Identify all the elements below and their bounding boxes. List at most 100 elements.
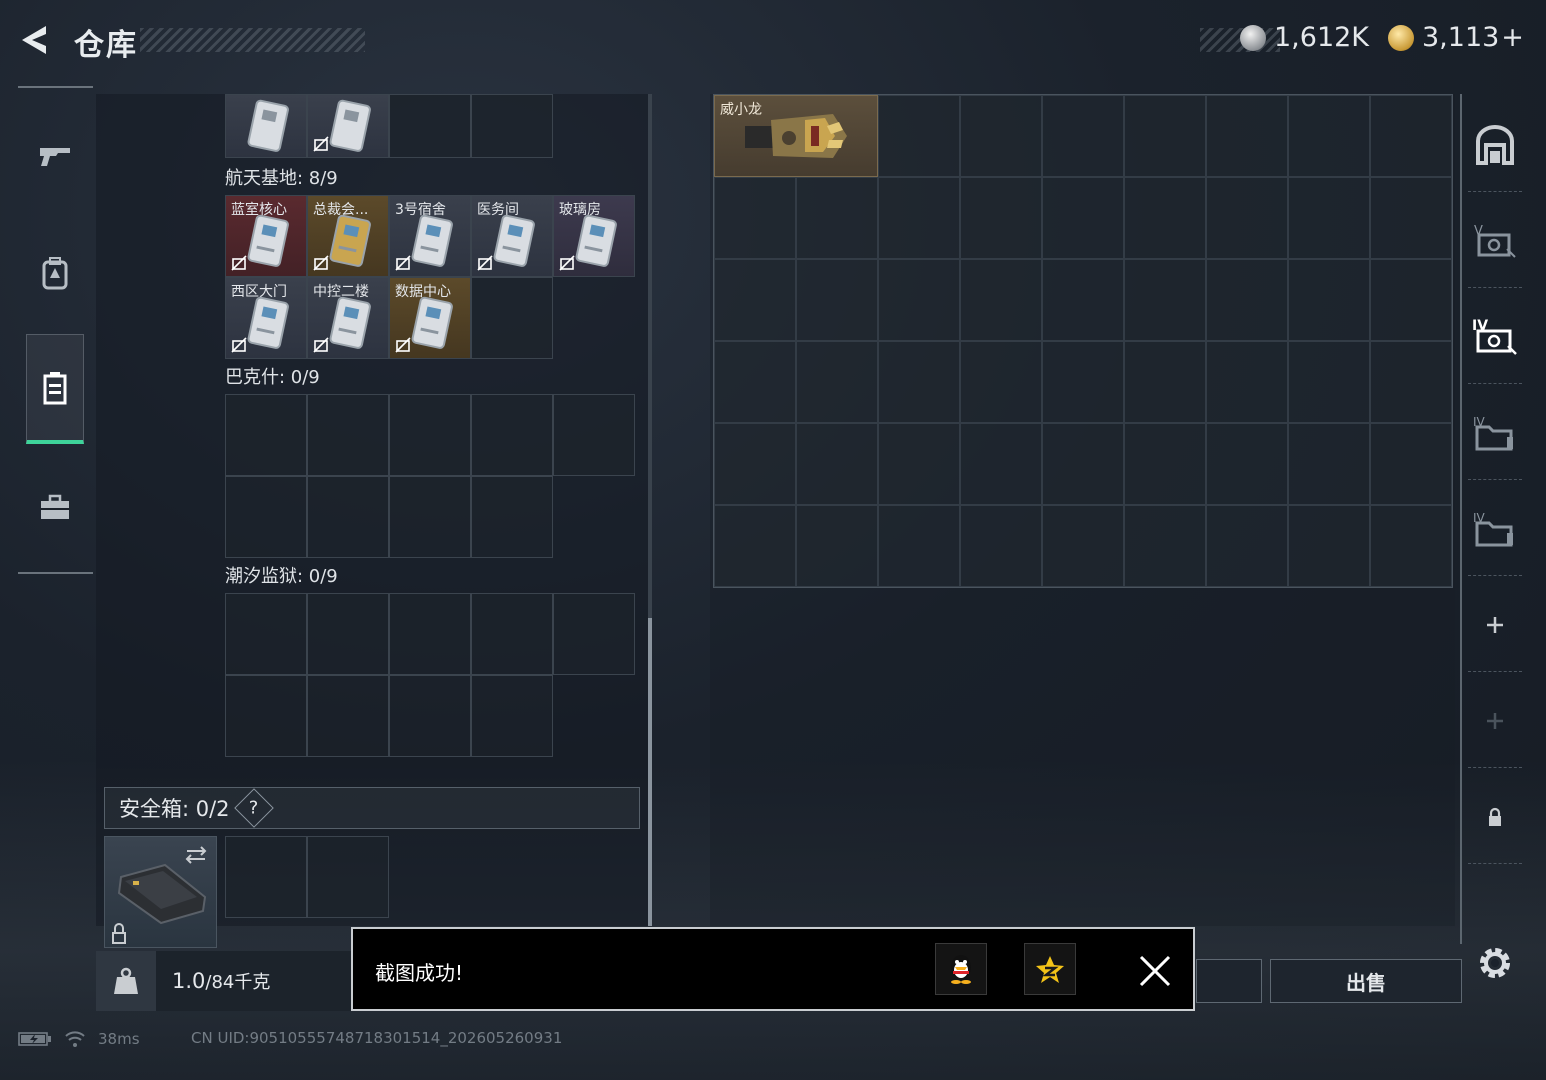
nav-armor[interactable] [26, 218, 84, 328]
backpack-slot[interactable] [1370, 341, 1452, 423]
keycard-slot[interactable] [225, 94, 307, 158]
keycard-slot[interactable]: 蓝室核心 [225, 195, 307, 277]
backpack-slot[interactable] [1288, 259, 1370, 341]
backpack-slot[interactable] [714, 505, 796, 587]
backpack-slot[interactable] [1042, 95, 1124, 177]
empty-slot[interactable] [471, 277, 553, 359]
add-currency-button[interactable]: + [1501, 22, 1524, 53]
empty-slot[interactable] [307, 394, 389, 476]
left-scrollbar-thumb[interactable] [648, 618, 652, 926]
nav-folder-iv[interactable]: IV [1468, 386, 1522, 480]
keycard-slot[interactable]: 3号宿舍 [389, 195, 471, 277]
safebox-help-button[interactable]: ? [233, 788, 274, 828]
backpack-slot[interactable] [1206, 505, 1288, 587]
backpack-slot[interactable] [1370, 95, 1452, 177]
backpack-slot[interactable] [1370, 177, 1452, 259]
backpack-slot[interactable] [1206, 423, 1288, 505]
empty-slot[interactable] [307, 836, 389, 918]
safebox-item[interactable] [104, 836, 217, 948]
empty-slot[interactable] [471, 94, 553, 158]
backpack-slot[interactable] [1124, 177, 1206, 259]
nav-case-v[interactable]: V [1468, 194, 1522, 288]
empty-slot[interactable] [471, 593, 553, 675]
backpack-slot[interactable] [1288, 177, 1370, 259]
empty-slot[interactable] [389, 94, 471, 158]
nav-folder-iv-2[interactable]: IV [1468, 482, 1522, 576]
backpack-slot[interactable] [1042, 259, 1124, 341]
backpack-slot[interactable] [878, 341, 960, 423]
backpack-slot[interactable] [1124, 95, 1206, 177]
backpack-slot[interactable] [1042, 177, 1124, 259]
backpack-slot[interactable] [1042, 423, 1124, 505]
empty-slot[interactable] [389, 593, 471, 675]
secondary-action-button[interactable] [1196, 959, 1262, 1003]
nav-case-iv[interactable]: IV [1468, 290, 1522, 384]
backpack-slot[interactable] [1206, 259, 1288, 341]
share-qzone-button[interactable] [1024, 943, 1076, 995]
backpack-slot[interactable] [796, 259, 878, 341]
keycard-slot[interactable]: 玻璃房 [553, 195, 635, 277]
empty-slot[interactable] [307, 593, 389, 675]
nav-weapons[interactable] [26, 100, 84, 210]
keycard-slot[interactable]: 总裁会... [307, 195, 389, 277]
backpack-slot[interactable] [1288, 341, 1370, 423]
backpack-slot[interactable] [1124, 259, 1206, 341]
nav-keycards[interactable] [26, 334, 84, 444]
backpack-slot[interactable] [796, 505, 878, 587]
nav-supplies[interactable] [26, 452, 84, 562]
settings-button[interactable] [1474, 942, 1516, 984]
backpack-slot[interactable] [796, 423, 878, 505]
empty-slot[interactable] [553, 593, 635, 675]
backpack-slot[interactable] [1370, 505, 1452, 587]
backpack-slot[interactable] [960, 95, 1042, 177]
empty-slot[interactable] [471, 675, 553, 757]
backpack-slot[interactable] [1206, 341, 1288, 423]
nav-locked-slot[interactable] [1468, 770, 1522, 864]
backpack-slot[interactable] [1206, 177, 1288, 259]
backpack-slot[interactable] [1042, 341, 1124, 423]
empty-slot[interactable] [389, 476, 471, 558]
backpack-slot[interactable] [714, 341, 796, 423]
toast-close-button[interactable] [1133, 949, 1177, 993]
backpack-slot[interactable] [960, 177, 1042, 259]
keycard-slot[interactable]: 数据中心 [389, 277, 471, 359]
backpack-slot[interactable] [1288, 95, 1370, 177]
backpack-slot[interactable] [714, 423, 796, 505]
backpack-slot[interactable] [960, 423, 1042, 505]
backpack-slot[interactable] [878, 177, 960, 259]
nav-add-container[interactable] [1468, 578, 1522, 672]
backpack-slot[interactable] [714, 177, 796, 259]
empty-slot[interactable] [389, 675, 471, 757]
empty-slot[interactable] [225, 593, 307, 675]
backpack-slot[interactable] [1370, 423, 1452, 505]
empty-slot[interactable] [471, 394, 553, 476]
backpack-slot[interactable] [1124, 341, 1206, 423]
empty-slot[interactable] [553, 394, 635, 476]
backpack-slot[interactable] [714, 259, 796, 341]
backpack-slot[interactable] [1042, 505, 1124, 587]
empty-slot[interactable] [307, 675, 389, 757]
backpack-slot[interactable] [878, 95, 960, 177]
empty-slot[interactable] [307, 476, 389, 558]
backpack-slot[interactable] [796, 177, 878, 259]
back-button[interactable] [16, 20, 56, 60]
backpack-slot[interactable] [796, 341, 878, 423]
backpack-slot[interactable] [1370, 259, 1452, 341]
backpack-slot[interactable] [1288, 423, 1370, 505]
empty-slot[interactable] [225, 675, 307, 757]
backpack-slot[interactable] [960, 505, 1042, 587]
keycard-slot[interactable]: 西区大门 [225, 277, 307, 359]
keycard-slot[interactable]: 医务间 [471, 195, 553, 277]
share-qq-button[interactable] [935, 943, 987, 995]
empty-slot[interactable] [471, 476, 553, 558]
empty-slot[interactable] [225, 394, 307, 476]
backpack-slot[interactable] [878, 423, 960, 505]
empty-slot[interactable] [389, 394, 471, 476]
backpack-slot[interactable] [1206, 95, 1288, 177]
backpack-slot[interactable] [960, 259, 1042, 341]
keycard-slot[interactable] [307, 94, 389, 158]
backpack-slot[interactable] [1124, 505, 1206, 587]
currency-gold[interactable]: 3,113 + [1388, 22, 1524, 53]
backpack-slot[interactable] [1124, 423, 1206, 505]
keycard-slot[interactable]: 中控二楼 [307, 277, 389, 359]
